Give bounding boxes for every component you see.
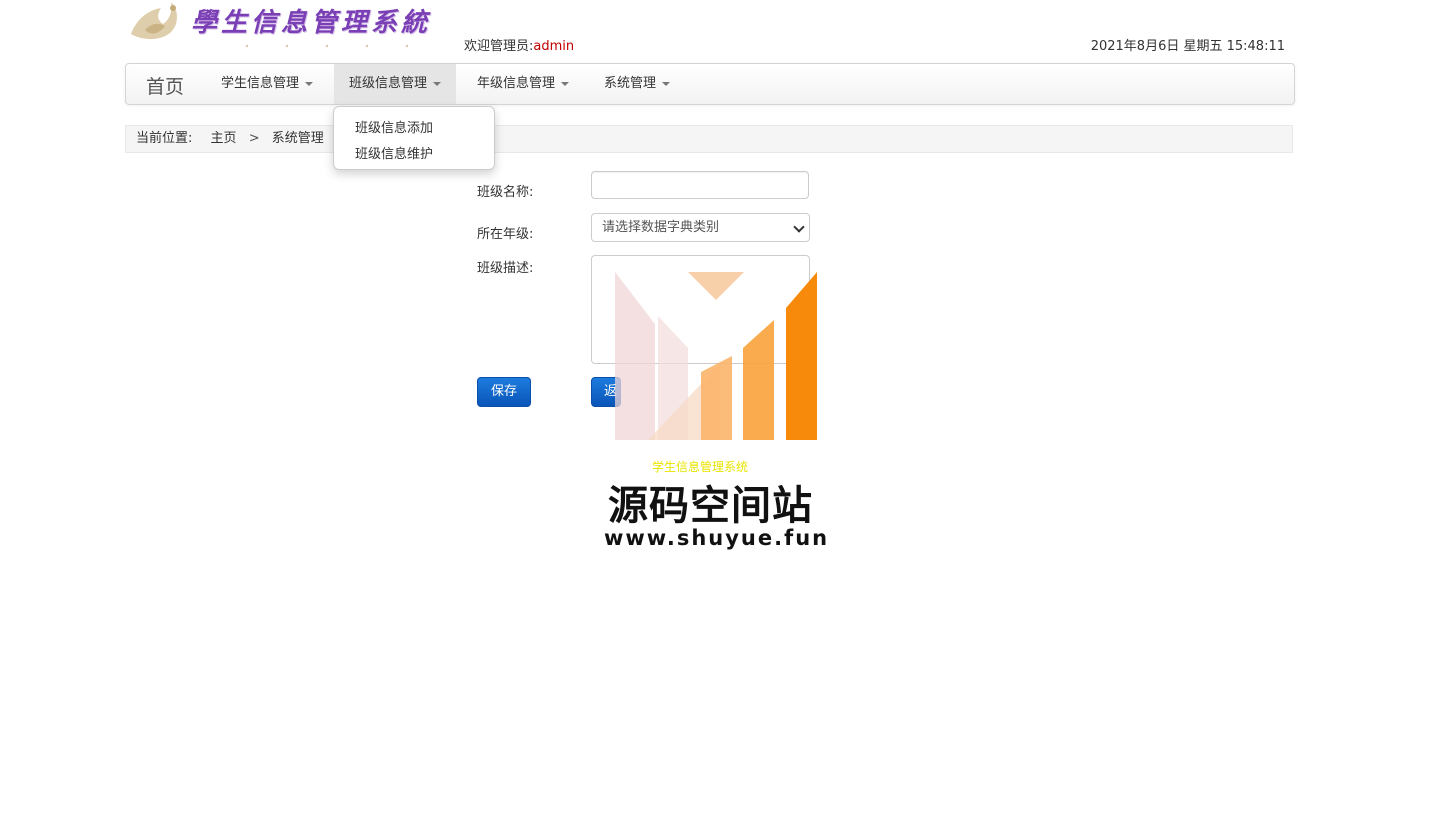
app-logo: 學生信息管理系統: [127, 0, 427, 48]
welcome-message: 欢迎管理员:admin: [464, 35, 574, 54]
nav-item-label: 学生信息管理: [221, 76, 300, 91]
watermark-url: www.shuyue.fun: [604, 526, 830, 550]
bird-logo-icon: [131, 2, 177, 40]
grade-select-value: 请选择数据字典类别: [602, 220, 720, 235]
current-user: admin: [533, 39, 575, 54]
breadcrumb-home[interactable]: 主页: [211, 131, 237, 146]
caret-down-icon: [561, 81, 570, 86]
current-datetime: 2021年8月6日 星期五 15:48:11: [1090, 39, 1285, 54]
grade-label: 所在年级:: [477, 227, 534, 242]
nav-item-label: 系统管理: [604, 76, 657, 91]
breadcrumb: 当前位置: 主页 > 系统管理 >: [125, 125, 1293, 153]
description-label: 班级描述:: [477, 261, 534, 276]
nav-student-management[interactable]: 学生信息管理: [206, 64, 328, 104]
grade-select[interactable]: 请选择数据字典类别: [591, 213, 810, 242]
welcome-label: 欢迎管理员:: [464, 39, 534, 54]
nav-item-label: 年级信息管理: [477, 76, 556, 91]
main-navbar: 首页 学生信息管理 班级信息管理 年级信息管理 系统管理: [125, 63, 1295, 105]
nav-grade-management[interactable]: 年级信息管理: [462, 64, 584, 104]
class-management-dropdown: 班级信息添加 班级信息维护: [333, 106, 495, 170]
nav-class-management[interactable]: 班级信息管理: [334, 64, 457, 104]
nav-home-link[interactable]: 首页: [146, 72, 184, 99]
caret-down-icon: [433, 81, 442, 86]
nav-item-label: 班级信息管理: [349, 76, 428, 91]
caret-down-icon: [305, 81, 314, 86]
breadcrumb-separator: >: [248, 131, 260, 146]
save-button[interactable]: 保存: [477, 377, 531, 407]
watermark-title: 源码空间站: [608, 483, 813, 529]
caret-down-icon: [662, 81, 671, 86]
class-name-input[interactable]: [591, 171, 809, 199]
chevron-down-icon: [793, 221, 805, 233]
menu-item-add-class[interactable]: 班级信息添加: [355, 117, 433, 136]
breadcrumb-system-management[interactable]: 系统管理: [272, 131, 324, 146]
logo-decoration: [227, 44, 427, 48]
class-name-label: 班级名称:: [477, 185, 534, 200]
description-textarea[interactable]: [591, 255, 810, 364]
back-button[interactable]: 返: [591, 377, 621, 407]
menu-item-maintain-class[interactable]: 班级信息维护: [355, 143, 433, 162]
watermark-caption: 学生信息管理系统: [652, 460, 749, 474]
app-title: 學生信息管理系統: [191, 8, 432, 38]
breadcrumb-prefix: 当前位置:: [136, 131, 193, 146]
nav-system-management[interactable]: 系统管理: [589, 64, 685, 104]
